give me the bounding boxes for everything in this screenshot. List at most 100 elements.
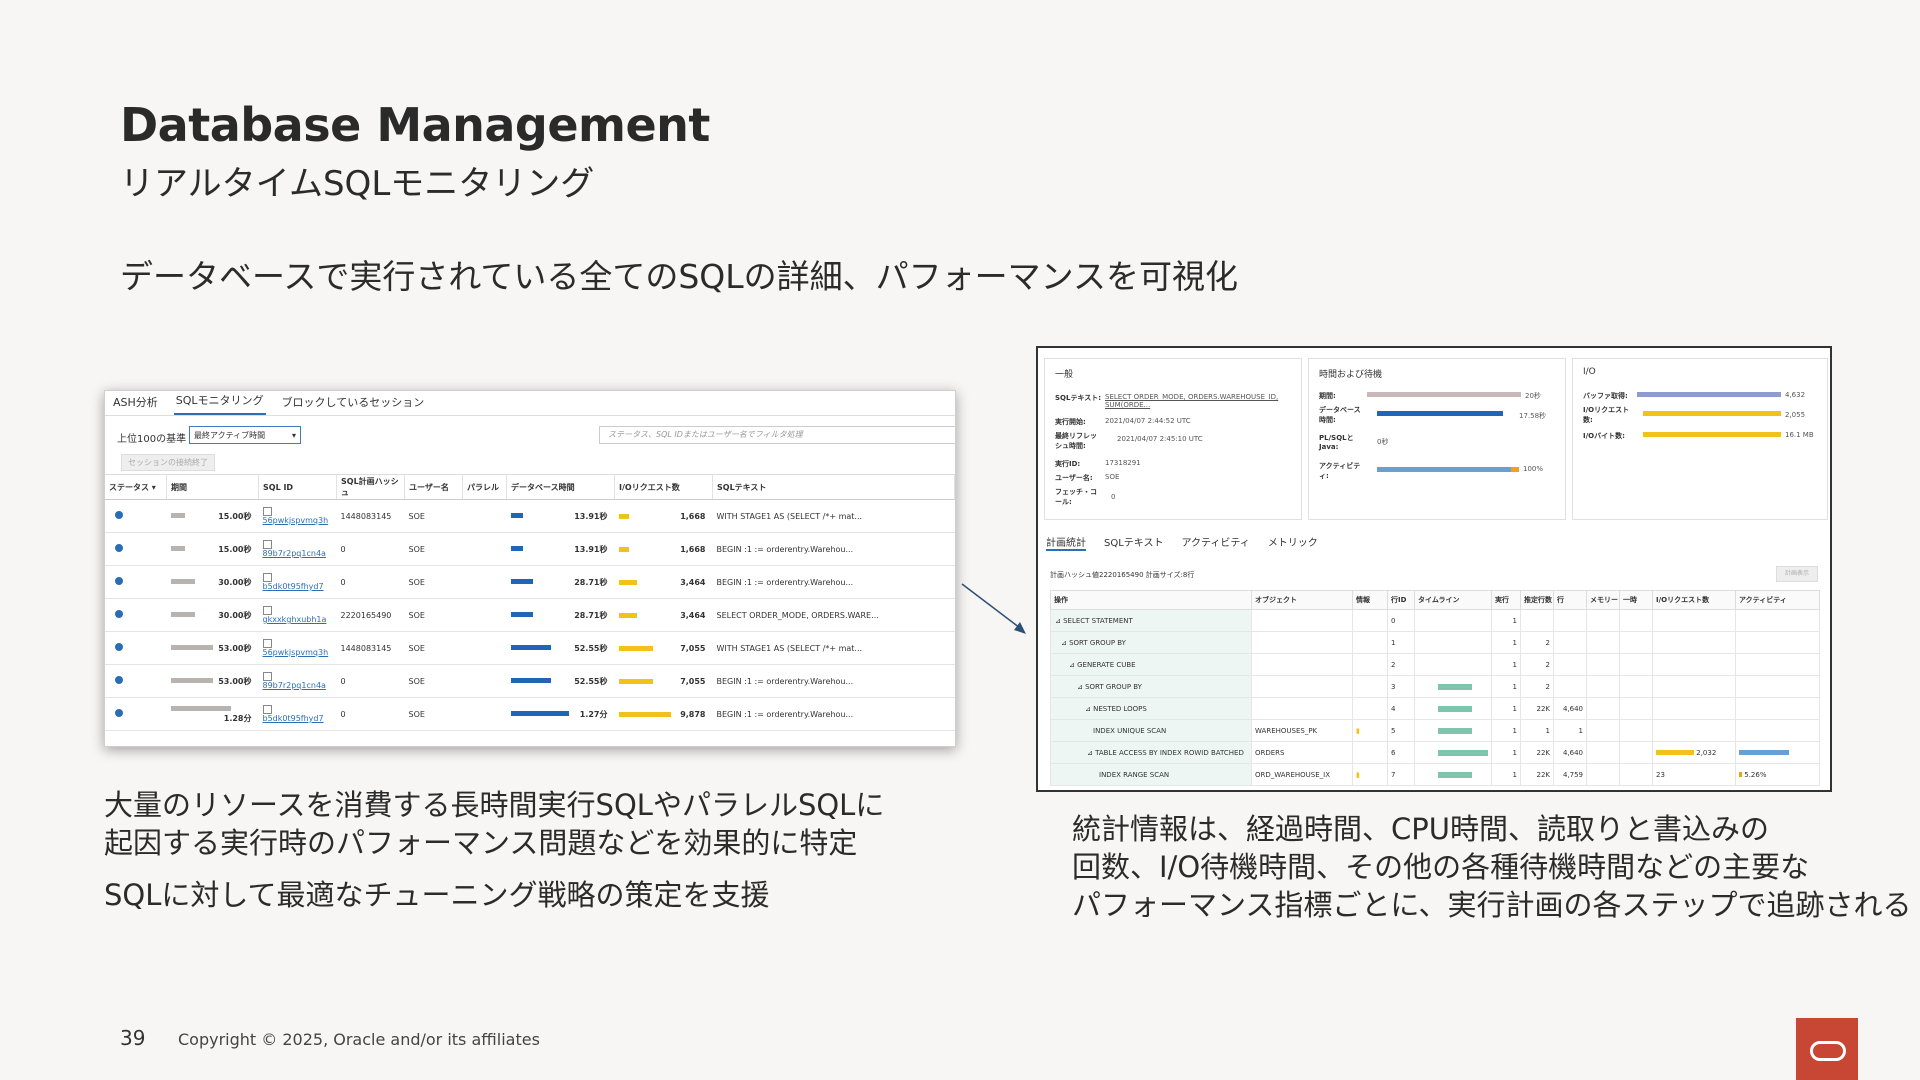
page-number: 39 <box>120 1026 146 1050</box>
object-cell: ORD_WAREHOUSE_IX <box>1251 763 1353 786</box>
col-rows[interactable]: 行 <box>1553 590 1587 610</box>
plan-row[interactable]: ⊿ GENERATE CUBE 2 1 2 <box>1050 653 1820 676</box>
object-cell <box>1251 631 1353 654</box>
status-icon <box>105 532 167 566</box>
io-bar <box>618 546 629 552</box>
tab-metrics[interactable]: メトリック <box>1268 534 1318 551</box>
sqlid-cell[interactable]: 89b7r2pq1cn4a <box>258 532 337 566</box>
tab-activity[interactable]: アクティビティ <box>1182 534 1250 551</box>
col-memory[interactable]: メモリー <box>1586 590 1620 610</box>
sqlid-cell[interactable]: 89b7r2pq1cn4a <box>258 664 337 698</box>
op-cell: ⊿ SELECT STATEMENT <box>1050 609 1252 632</box>
col-sqltext[interactable]: SQLテキスト <box>712 475 955 500</box>
io-bar <box>618 645 653 651</box>
activity-cell <box>1735 719 1820 742</box>
col-activity[interactable]: アクティビティ <box>1735 590 1820 610</box>
col-parallel[interactable]: パラレル <box>462 475 507 500</box>
plan-row[interactable]: ⊿ TABLE ACCESS BY INDEX ROWID BATCHED ORD… <box>1050 741 1820 764</box>
sqlid-cell[interactable]: 56pwkjspvmq3h <box>258 631 337 665</box>
tab-plan-stats[interactable]: 計画統計 <box>1046 534 1086 551</box>
filter-search-input[interactable]: ステータス、SQL IDまたはユーザー名でフィルタ処理 <box>599 426 955 444</box>
col-sqlid[interactable]: SQL ID <box>258 475 337 500</box>
sqlid-cell[interactable]: b5dk0t95fhyd7 <box>258 697 337 731</box>
activity-cell <box>1735 609 1820 632</box>
activity-bar-tail <box>1511 467 1519 472</box>
col-exec[interactable]: 実行 <box>1491 590 1521 610</box>
op-cell: INDEX RANGE SCAN <box>1050 763 1252 786</box>
plan-row[interactable]: INDEX RANGE SCAN ORD_WAREHOUSE_IX ▮ 7 1 22K 4,… <box>1050 763 1820 786</box>
fetch-value: 0 <box>1111 493 1116 501</box>
sql-detail-screenshot: 一般 SQLテキスト: SELECT ORDER_MODE, ORDERS.WA… <box>1036 346 1832 792</box>
col-dbtime[interactable]: データベース時間 <box>506 475 615 500</box>
col-operation[interactable]: 操作 <box>1050 590 1252 610</box>
col-object[interactable]: オブジェクト <box>1251 590 1353 610</box>
memory-cell <box>1586 609 1620 632</box>
plan-row[interactable]: ⊿ SORT GROUP BY 3 1 2 <box>1050 675 1820 698</box>
rowid-cell: 3 <box>1387 675 1415 698</box>
caption-right-a: 統計情報は、経過時間、CPU時間、読取りと書込みの <box>1072 812 1769 846</box>
io-bar <box>618 678 653 684</box>
caption-right: 統計情報は、経過時間、CPU時間、読取りと書込みの 回数、I/O待機時間、その他… <box>1072 810 1912 924</box>
plan-view-button[interactable]: 計画表示 <box>1776 566 1818 582</box>
col-timeline[interactable]: タイムライン <box>1414 590 1492 610</box>
ioreq-value: 2,055 <box>1785 411 1806 419</box>
tab-ash[interactable]: ASH分析 <box>111 394 160 415</box>
plan-row[interactable]: ⊿ SELECT STATEMENT 0 1 <box>1050 609 1820 632</box>
plan-row[interactable]: ⊿ SORT GROUP BY 1 1 2 <box>1050 631 1820 654</box>
sqlid-cell[interactable]: 56pwkjspvmq3h <box>258 499 337 533</box>
exec-value: 17318291 <box>1105 459 1141 467</box>
caption-right-b: 回数、I/O待機時間、その他の各種待機時間などの主要な <box>1072 850 1810 884</box>
user-cell: SOE <box>404 499 463 533</box>
parallel-cell <box>462 499 507 533</box>
tab-sql-text[interactable]: SQLテキスト <box>1104 534 1164 551</box>
info-icon: ▮ <box>1356 770 1360 779</box>
io-panel: I/O バッファ取得: 4,632 I/Oリクエスト数: 2,055 I/Oバイ… <box>1572 358 1828 520</box>
sqlid-cell[interactable]: gkxxkghxubh1a <box>258 598 337 632</box>
io-cell: 1,668 <box>614 532 713 566</box>
table-row[interactable]: 53.00秒 89b7r2pq1cn4a 0 SOE 52.55秒 7,055 BEGIN … <box>105 664 955 698</box>
table-row[interactable]: 53.00秒 56pwkjspvmq3h 1448083145 SOE 52.55秒 7,… <box>105 631 955 665</box>
parallel-cell <box>462 565 507 599</box>
col-info[interactable]: 情報 <box>1352 590 1388 610</box>
parallel-cell <box>462 664 507 698</box>
table-row[interactable]: 1.28分 b5dk0t95fhyd7 0 SOE 1.27分 9,878 BEGIN :1… <box>105 697 955 731</box>
col-est[interactable]: 推定行数 <box>1520 590 1554 610</box>
timeline-cell <box>1414 631 1492 654</box>
rowid-cell: 1 <box>1387 631 1415 654</box>
sql-text-link[interactable]: SELECT ORDER_MODE, ORDERS.WAREHOUSE_ID, … <box>1105 393 1295 409</box>
plan-row[interactable]: ⊿ NESTED LOOPS 4 1 22K 4,640 <box>1050 697 1820 720</box>
sqlid-cell[interactable]: b5dk0t95fhyd7 <box>258 565 337 599</box>
table-row[interactable]: 15.00秒 89b7r2pq1cn4a 0 SOE 13.91秒 1,668 BEGIN … <box>105 532 955 566</box>
memory-cell <box>1586 741 1620 764</box>
status-icon <box>105 664 167 698</box>
user-label: ユーザー名: <box>1055 474 1093 482</box>
user-cell: SOE <box>404 631 463 665</box>
exec-label: 実行ID: <box>1055 460 1081 468</box>
end-session-button[interactable]: セッションの接続終了 <box>121 454 215 471</box>
col-hash[interactable]: SQL計画ハッシュ <box>336 475 405 500</box>
table-row[interactable]: 15.00秒 56pwkjspvmq3h 1448083145 SOE 13.91秒 1,… <box>105 499 955 533</box>
iobytes-value: 16.1 MB <box>1785 431 1814 439</box>
temp-cell <box>1619 763 1653 786</box>
sql-icon <box>262 507 272 516</box>
col-temp[interactable]: 一時 <box>1619 590 1653 610</box>
col-user[interactable]: ユーザー名 <box>404 475 463 500</box>
op-cell: INDEX UNIQUE SCAN <box>1050 719 1252 742</box>
hash-cell: 0 <box>336 532 405 566</box>
tab-blocking-sessions[interactable]: ブロックしているセッション <box>280 394 427 415</box>
sql-monitoring-screenshot: ASH分析 SQLモニタリング ブロックしているセッション 上位100の基準 最… <box>104 390 956 747</box>
col-rowid[interactable]: 行ID <box>1387 590 1415 610</box>
plan-row[interactable]: INDEX UNIQUE SCAN WAREHOUSES_PK ▮ 5 1 1 1 <box>1050 719 1820 742</box>
tab-sql-monitoring[interactable]: SQLモニタリング <box>173 392 266 415</box>
criteria-select[interactable]: 最終アクティブ時間 ▾ <box>189 426 301 444</box>
info-cell <box>1352 741 1388 764</box>
col-io[interactable]: I/Oリクエスト数 <box>614 475 713 500</box>
col-ioreq[interactable]: I/Oリクエスト数 <box>1652 590 1736 610</box>
col-duration[interactable]: 期間 <box>166 475 259 500</box>
lead-text: データベースで実行されている全てのSQLの詳細、パフォーマンスを可視化 <box>120 257 1239 296</box>
plan-header-row: 操作 オブジェクト 情報 行ID タイムライン 実行 推定行数 行 メモリー 一… <box>1050 590 1820 610</box>
activity-label: アクティビティ: <box>1319 462 1361 480</box>
col-status[interactable]: ステータス ▾ <box>105 475 167 500</box>
table-row[interactable]: 30.00秒 gkxxkghxubh1a 2220165490 SOE 28.71秒 3,… <box>105 598 955 632</box>
table-row[interactable]: 30.00秒 b5dk0t95fhyd7 0 SOE 28.71秒 3,464 BEGIN … <box>105 565 955 599</box>
